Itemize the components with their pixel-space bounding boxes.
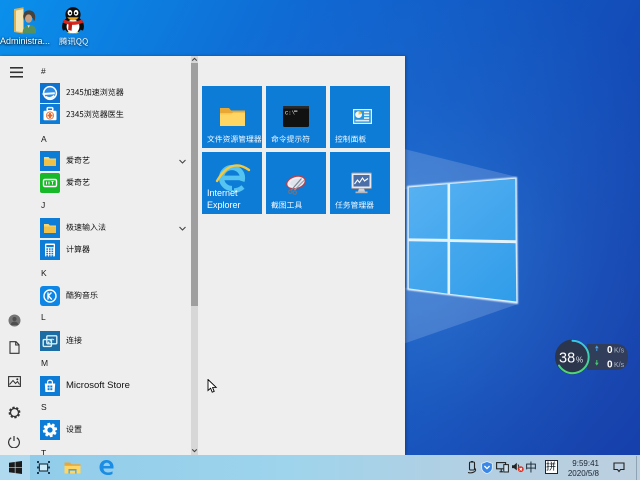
svg-text:0: 0 [607,360,613,371]
svg-text:38: 38 [559,351,575,367]
svg-text:0: 0 [607,345,613,356]
svg-text:C:\: C:\ [285,110,295,117]
svg-text:%: % [576,356,583,365]
svg-text:K/s: K/s [614,362,625,369]
svg-text:K/s: K/s [614,348,625,355]
